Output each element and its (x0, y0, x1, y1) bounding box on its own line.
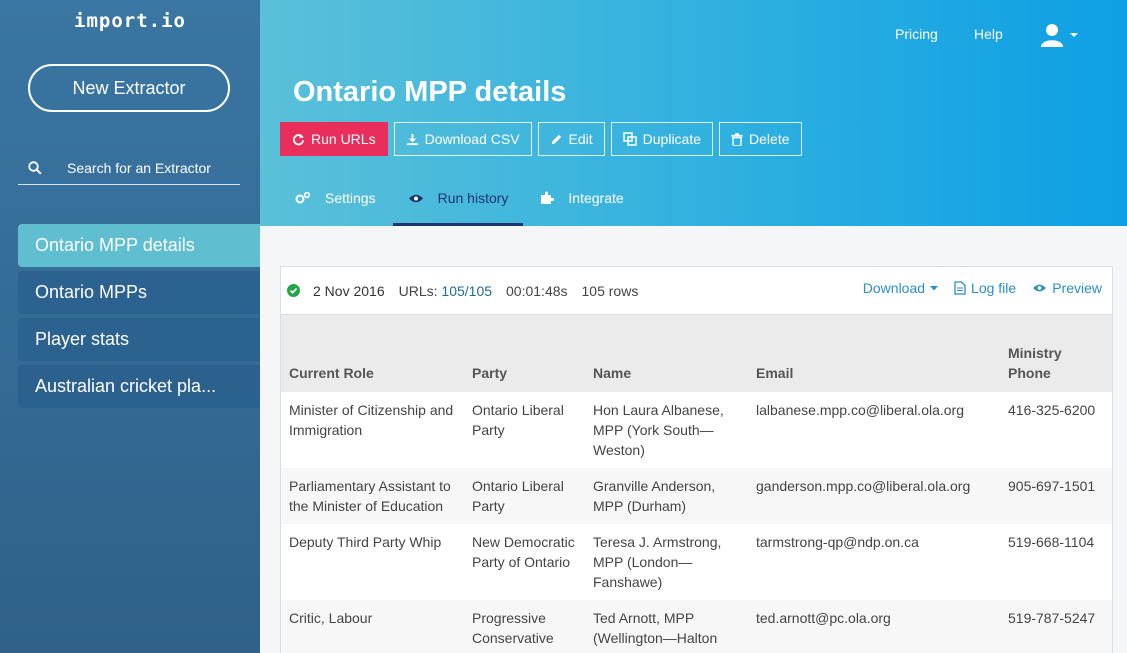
table-header-row: Current Role Party Name Email Ministry P… (281, 315, 1112, 392)
cell-party: Ontario Liberal Party (472, 402, 564, 438)
puzzle-icon (541, 191, 555, 204)
preview-link[interactable]: Preview (1032, 280, 1102, 296)
tab-run-history-label: Run history (437, 190, 509, 206)
preview-label: Preview (1052, 280, 1102, 296)
user-icon (1041, 24, 1063, 47)
column-header-current-role: Current Role (289, 365, 374, 381)
cell-ministry-phone: 519-668-1104 (1008, 534, 1095, 550)
tab-settings[interactable]: Settings (280, 170, 391, 226)
log-file-label: Log file (971, 280, 1017, 296)
download-csv-label: Download CSV (424, 131, 520, 147)
cell-party: Progressive Conservative Party of Ontari… (472, 610, 570, 653)
edit-button[interactable]: Edit (537, 122, 605, 156)
top-navigation: Pricing Help (260, 0, 1127, 66)
caret-down-icon (930, 285, 939, 290)
run-urls-label: Run URLs (311, 131, 376, 147)
search-icon (28, 161, 50, 175)
sidebar-item-player-stats[interactable]: Player stats (18, 318, 260, 361)
cell-ministry-phone: 416-325-6200 (1008, 402, 1096, 418)
app-logo[interactable]: import.io (0, 10, 260, 32)
data-table: Current Role Party Name Email Ministry P… (281, 315, 1112, 653)
run-history-card: 2 Nov 2016 URLs: 105/105 00:01:48s 105 r… (280, 266, 1113, 653)
cell-name: Granville Anderson, MPP (Durham) (593, 478, 716, 514)
run-date: 2 Nov 2016 (313, 282, 385, 299)
download-csv-button[interactable]: Download CSV (393, 122, 532, 156)
table-row: Parliamentary Assistant to the Minister … (281, 468, 1112, 524)
cell-email: tarmstrong-qp@ndp.on.ca (756, 534, 919, 550)
page-title: Ontario MPP details (293, 76, 567, 108)
cell-current-role: Parliamentary Assistant to the Minister … (289, 478, 451, 514)
cell-party: Ontario Liberal Party (472, 478, 564, 514)
cell-name: Teresa J. Armstrong, MPP (London—Fanshaw… (593, 534, 722, 590)
trash-icon (731, 132, 743, 146)
cell-email: lalbanese.mpp.co@liberal.ola.org (756, 402, 964, 418)
pencil-icon (551, 134, 561, 144)
run-urls-button[interactable]: Run URLs (280, 122, 388, 156)
run-row-count: 105 rows (581, 282, 639, 299)
cell-name: Hon Laura Albanese, MPP (York South—West… (593, 402, 724, 458)
cell-email: ganderson.mpp.co@liberal.ola.org (756, 478, 971, 494)
cell-ministry-phone: 519-787-5247 (1008, 610, 1096, 626)
duplicate-label: Duplicate (642, 131, 702, 147)
sidebar-item-ontario-mpps[interactable]: Ontario MPPs (18, 271, 260, 314)
table-row: Deputy Third Party Whip New Democratic P… (281, 524, 1112, 600)
cell-current-role: Critic, Labour (289, 610, 373, 626)
table-row: Minister of Citizenship and Immigration … (281, 392, 1112, 468)
column-header-name: Name (593, 365, 632, 381)
cell-current-role: Minister of Citizenship and Immigration (289, 402, 454, 438)
column-header-ministry-phone: Ministry Phone (1008, 345, 1062, 381)
extractor-search (18, 152, 240, 185)
tab-integrate-label: Integrate (568, 190, 624, 206)
cell-ministry-phone: 905-697-1501 (1008, 478, 1096, 494)
gears-icon (295, 191, 311, 204)
new-extractor-button[interactable]: New Extractor (28, 64, 230, 112)
cell-email: ted.arnott@pc.ola.org (756, 610, 891, 626)
search-input[interactable] (67, 160, 237, 176)
run-duration: 00:01:48s (506, 282, 568, 299)
run-actions: Download Log file Preview (863, 280, 1102, 296)
cell-party: New Democratic Party of Ontario (472, 534, 575, 570)
help-link[interactable]: Help (974, 26, 1003, 42)
caret-down-icon (1070, 33, 1078, 37)
extractor-header: Pricing Help Ontario MPP details Run URL… (260, 0, 1127, 226)
delete-button[interactable]: Delete (719, 122, 802, 156)
success-check-icon (287, 283, 301, 298)
extractor-tabs: Settings Run history Integrate (280, 170, 641, 226)
sidebar: import.io New Extractor Ontario MPP deta… (0, 0, 260, 653)
run-urls-label: URLs: (398, 282, 438, 299)
column-header-email: Email (756, 365, 794, 381)
user-menu[interactable] (1040, 20, 1082, 50)
duplicate-button[interactable]: Duplicate (610, 122, 714, 156)
action-toolbar: Run URLs Download CSV Edit Duplicate Del… (280, 122, 802, 156)
refresh-icon (292, 133, 305, 145)
extractor-list: Ontario MPP details Ontario MPPs Player … (18, 224, 260, 412)
delete-label: Delete (749, 131, 790, 147)
cell-current-role: Deputy Third Party Whip (289, 534, 442, 550)
run-urls: URLs: 105/105 (399, 283, 492, 299)
download-icon (406, 133, 418, 145)
run-summary: 2 Nov 2016 URLs: 105/105 00:01:48s 105 r… (281, 267, 1112, 315)
sidebar-item-ontario-mpp-details[interactable]: Ontario MPP details (18, 224, 260, 267)
tab-settings-label: Settings (325, 190, 376, 206)
eye-icon (408, 194, 423, 202)
download-label: Download (862, 280, 926, 296)
sidebar-item-australian-cricket[interactable]: Australian cricket pla... (18, 365, 260, 408)
column-header-party: Party (472, 365, 508, 381)
tab-run-history[interactable]: Run history (392, 170, 524, 226)
file-icon (954, 281, 966, 295)
log-file-link[interactable]: Log file (954, 280, 1016, 296)
tab-integrate[interactable]: Integrate (525, 170, 638, 226)
table-row: Critic, Labour Progressive Conservative … (281, 600, 1112, 653)
run-urls-value: 105/105 (441, 282, 493, 299)
eye-icon (1033, 284, 1047, 292)
download-dropdown[interactable]: Download (862, 280, 939, 296)
copy-icon (622, 132, 637, 146)
edit-label: Edit (568, 131, 593, 147)
cell-name: Ted Arnott, MPP (Wellington—Halton Hills… (593, 610, 718, 653)
pricing-link[interactable]: Pricing (895, 26, 938, 42)
